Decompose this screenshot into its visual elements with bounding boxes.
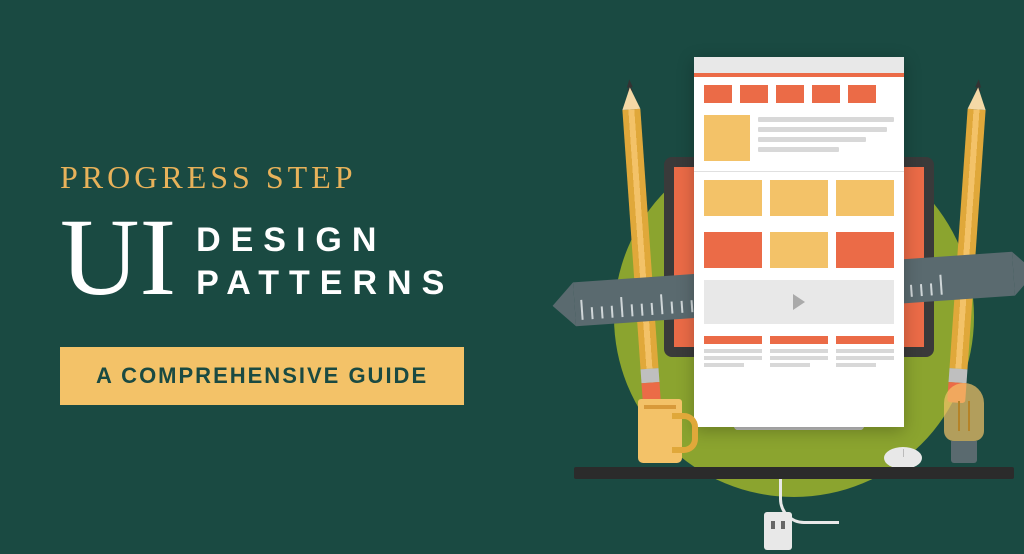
title-row: UI DESIGN PATTERNS	[60, 208, 563, 307]
lightbulb-icon	[944, 383, 984, 463]
desk-surface	[574, 467, 1014, 479]
title-stack: DESIGN PATTERNS	[196, 211, 454, 304]
eyebrow-text: PROGRESS STEP	[60, 159, 563, 196]
subtitle-badge: A COMPREHENSIVE GUIDE	[60, 347, 464, 405]
text-block: PROGRESS STEP UI DESIGN PATTERNS A COMPR…	[0, 149, 563, 405]
title-patterns: PATTERNS	[196, 262, 454, 305]
power-plug-icon	[764, 512, 792, 550]
banner: PROGRESS STEP UI DESIGN PATTERNS A COMPR…	[0, 0, 1024, 554]
illustration-wrap	[563, 0, 1024, 554]
webpage-mock-icon	[694, 57, 904, 427]
title-design: DESIGN	[196, 219, 454, 262]
mug-icon	[638, 399, 682, 463]
illustration	[584, 27, 1004, 527]
title-ui: UI	[60, 208, 176, 307]
mouse-icon	[884, 447, 922, 469]
